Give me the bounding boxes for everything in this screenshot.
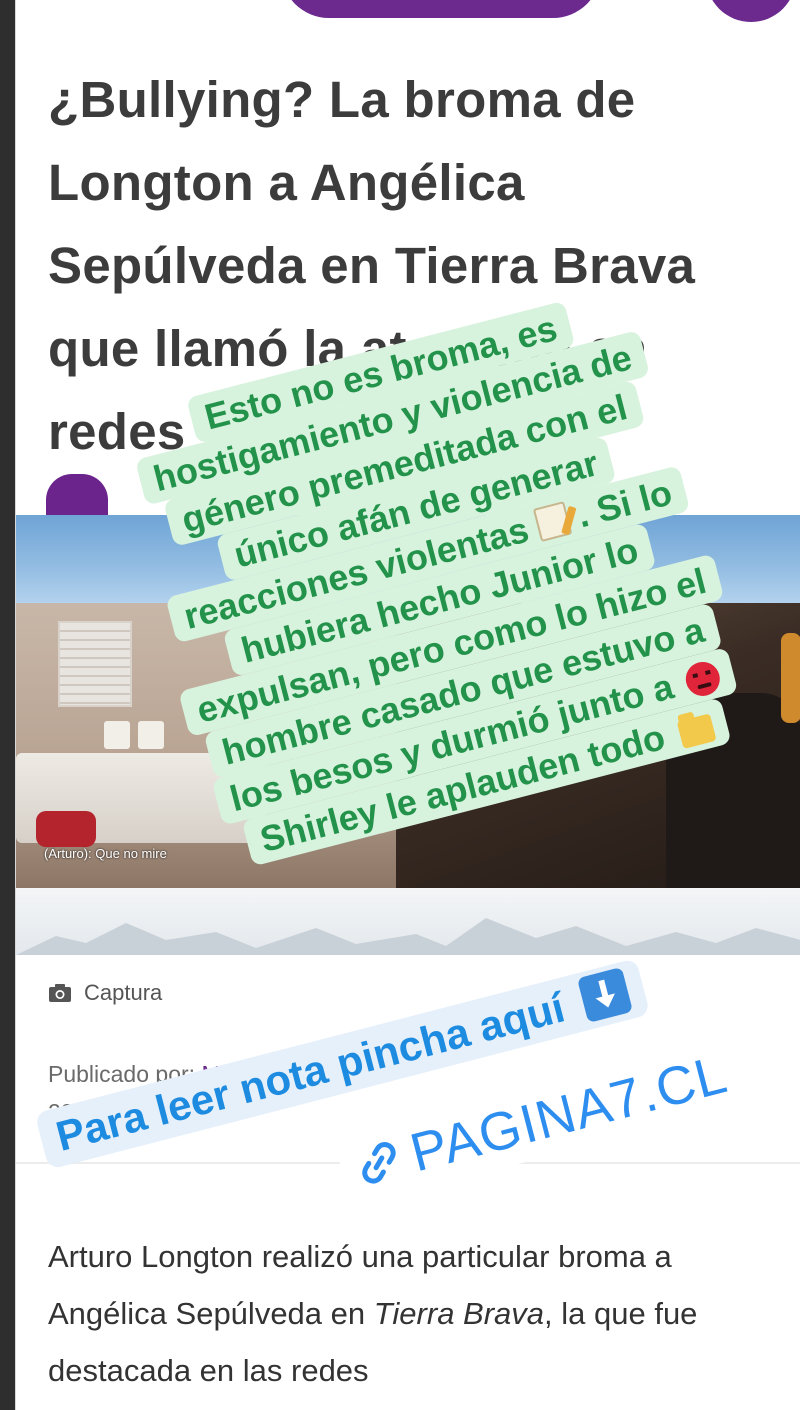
article-body: Arturo Longton realizó una particular br… <box>48 1228 783 1399</box>
link-icon <box>362 1142 396 1184</box>
down-arrow-icon <box>576 967 633 1024</box>
memo-icon <box>532 501 573 542</box>
top-purple-banner <box>281 0 601 18</box>
caption-text: Captura <box>84 980 163 1005</box>
body-italic: Tierra Brava <box>373 1296 545 1331</box>
image-caption: Captura <box>48 978 162 1008</box>
folder-icon <box>676 713 717 749</box>
camera-icon <box>49 984 71 1002</box>
red-bag <box>36 811 96 847</box>
headline-line: Longton a Angélica <box>48 154 525 211</box>
top-purple-banner-right <box>706 0 796 22</box>
angry-face-icon <box>682 658 724 700</box>
headline-line: ¿Bullying? La broma de <box>48 71 636 128</box>
